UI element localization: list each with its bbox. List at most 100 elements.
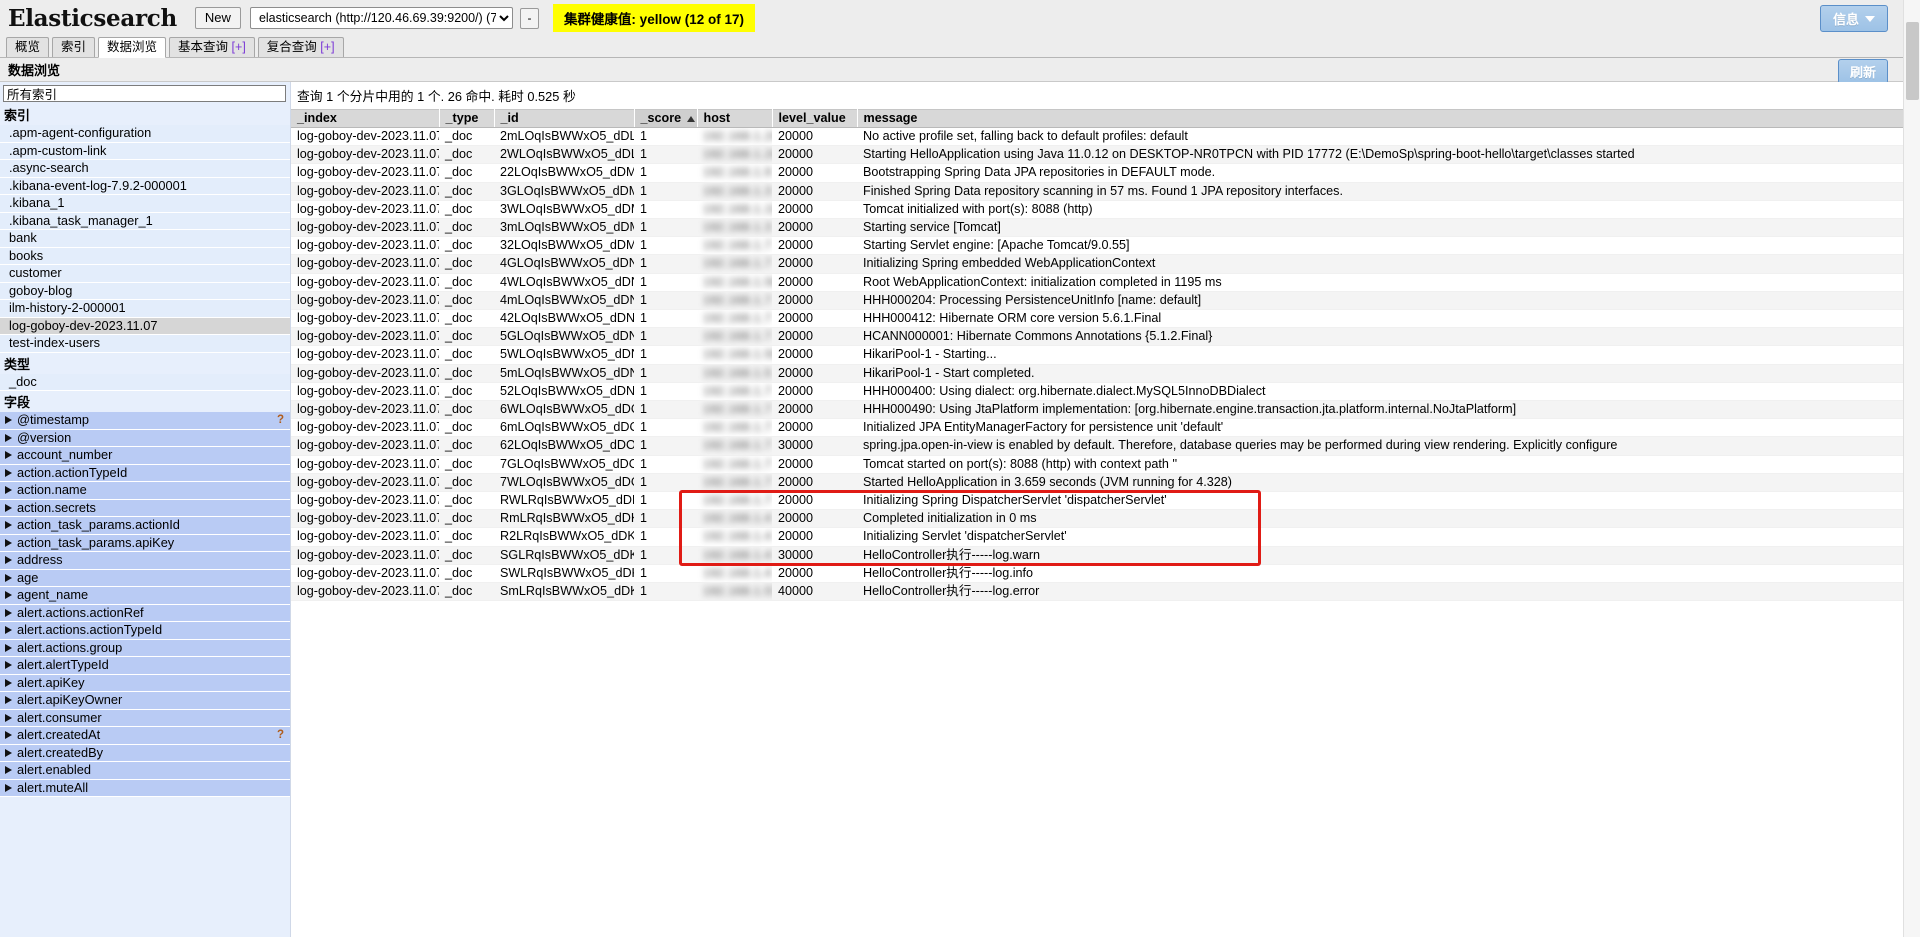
table-row[interactable]: log-goboy-dev-2023.11.07 _doc 5mLOqIsBWWxO… bbox=[291, 364, 1920, 383]
column-header-host[interactable]: host bbox=[697, 109, 773, 128]
table-row[interactable]: log-goboy-dev-2023.11.07 _doc 5GLOqIsBWWxO… bbox=[291, 327, 1920, 347]
table-row[interactable]: log-goboy-dev-2023.11.07 _doc 4GLOqIsBWWxO… bbox=[291, 254, 1920, 274]
sidebar-field-item[interactable]: alert.muteAll bbox=[0, 779, 290, 797]
tab-expand-icon[interactable]: [+] bbox=[232, 40, 246, 54]
tab-3[interactable]: 基本查询 [+] bbox=[169, 37, 255, 57]
sidebar-field-item[interactable]: address bbox=[0, 552, 290, 570]
sidebar-index-item[interactable]: goboy-blog bbox=[0, 282, 290, 300]
expand-triangle-icon[interactable] bbox=[5, 661, 12, 670]
sidebar-index-item[interactable]: customer bbox=[0, 265, 290, 283]
sidebar-field-item[interactable]: action_task_params.actionId bbox=[0, 517, 290, 535]
expand-triangle-icon[interactable] bbox=[5, 678, 12, 687]
table-row[interactable]: log-goboy-dev-2023.11.07 _doc 4WLOqIsBWWxO… bbox=[291, 273, 1920, 292]
sidebar-field-item[interactable]: action.secrets bbox=[0, 499, 290, 517]
expand-triangle-icon[interactable] bbox=[5, 433, 12, 442]
sidebar-field-item[interactable]: account_number bbox=[0, 447, 290, 465]
sidebar-field-item[interactable]: agent_name bbox=[0, 587, 290, 605]
expand-triangle-icon[interactable] bbox=[5, 416, 12, 425]
expand-triangle-icon[interactable] bbox=[5, 451, 12, 460]
table-row[interactable]: log-goboy-dev-2023.11.07 _doc 4mLOqIsBWWxO… bbox=[291, 291, 1920, 311]
field-help-icon[interactable]: ? bbox=[277, 412, 284, 429]
sidebar-field-item[interactable]: alert.createdAt? bbox=[0, 727, 290, 745]
table-row[interactable]: log-goboy-dev-2023.11.07 _doc RWLRqIsBWWxO… bbox=[291, 491, 1920, 511]
expand-triangle-icon[interactable] bbox=[5, 626, 12, 635]
column-header-_index[interactable]: _index bbox=[291, 109, 440, 128]
table-row[interactable]: log-goboy-dev-2023.11.07 _doc 3GLOqIsBWWxO… bbox=[291, 182, 1920, 201]
sidebar-index-item[interactable]: ilm-history-2-000001 bbox=[0, 300, 290, 318]
sidebar-index-item[interactable]: test-index-users bbox=[0, 335, 290, 353]
collapse-button[interactable]: - bbox=[519, 7, 539, 29]
tab-0[interactable]: 概览 bbox=[6, 37, 50, 57]
expand-triangle-icon[interactable] bbox=[5, 713, 12, 722]
table-row[interactable]: log-goboy-dev-2023.11.07 _doc 7WLOqIsBWWxO… bbox=[291, 473, 1920, 493]
expand-triangle-icon[interactable] bbox=[5, 748, 12, 757]
sidebar-field-item[interactable]: action.name bbox=[0, 482, 290, 500]
sidebar-field-item[interactable]: alert.apiKey bbox=[0, 674, 290, 692]
expand-triangle-icon[interactable] bbox=[5, 591, 12, 600]
sidebar-field-item[interactable]: action.actionTypeId bbox=[0, 464, 290, 482]
cluster-url-select[interactable]: elasticsearch (http://120.46.69.39:9200/… bbox=[249, 7, 513, 29]
sidebar-field-item[interactable]: alert.actions.actionTypeId bbox=[0, 622, 290, 640]
table-row[interactable]: log-goboy-dev-2023.11.07 _doc 3WLOqIsBWWxO… bbox=[291, 200, 1920, 220]
column-header-message[interactable]: message bbox=[857, 109, 1920, 128]
refresh-button[interactable]: 刷新 bbox=[1837, 59, 1888, 84]
expand-triangle-icon[interactable] bbox=[5, 643, 12, 652]
expand-triangle-icon[interactable] bbox=[5, 468, 12, 477]
expand-triangle-icon[interactable] bbox=[5, 538, 12, 547]
expand-triangle-icon[interactable] bbox=[5, 573, 12, 582]
sidebar-index-item[interactable]: .apm-custom-link bbox=[0, 142, 290, 160]
tab-2[interactable]: 数据浏览 bbox=[98, 37, 167, 58]
page-scrollbar-thumb[interactable] bbox=[1906, 22, 1919, 100]
sidebar-field-item[interactable]: @version bbox=[0, 429, 290, 447]
table-row[interactable]: log-goboy-dev-2023.11.07 _doc 6mLOqIsBWWxO… bbox=[291, 418, 1920, 438]
expand-triangle-icon[interactable] bbox=[5, 486, 12, 495]
table-row[interactable]: log-goboy-dev-2023.11.07 _doc 6WLOqIsBWWxO… bbox=[291, 400, 1920, 420]
info-menu-button[interactable]: 信息 bbox=[1819, 5, 1888, 32]
sidebar-field-item[interactable]: age bbox=[0, 569, 290, 587]
table-row[interactable]: log-goboy-dev-2023.11.07 _doc RmLRqIsBWWxO… bbox=[291, 509, 1920, 529]
table-row[interactable]: log-goboy-dev-2023.11.07 _doc 7GLOqIsBWWxO… bbox=[291, 455, 1920, 474]
tab-4[interactable]: 复合查询 [+] bbox=[257, 37, 344, 57]
index-filter-input[interactable] bbox=[3, 85, 286, 102]
column-header-_type[interactable]: _type bbox=[439, 109, 495, 128]
table-row[interactable]: log-goboy-dev-2023.11.07 _doc SmLRqIsBWWxO… bbox=[291, 582, 1920, 602]
table-row[interactable]: log-goboy-dev-2023.11.07 _doc 42LOqIsBWWxO… bbox=[291, 309, 1920, 329]
sidebar-field-item[interactable]: alert.createdBy bbox=[0, 744, 290, 762]
table-row[interactable]: log-goboy-dev-2023.11.07 _doc R2LRqIsBWWxO… bbox=[291, 527, 1920, 547]
sidebar-index-item[interactable]: .async-search bbox=[0, 160, 290, 178]
column-header-_id[interactable]: _id bbox=[494, 109, 635, 128]
sidebar-index-item[interactable]: .apm-agent-configuration bbox=[0, 125, 290, 143]
expand-triangle-icon[interactable] bbox=[5, 608, 12, 617]
sidebar-index-item[interactable]: log-goboy-dev-2023.11.07 bbox=[0, 317, 290, 335]
expand-triangle-icon[interactable] bbox=[5, 696, 12, 705]
table-row[interactable]: log-goboy-dev-2023.11.07 _doc 3mLOqIsBWWxO… bbox=[291, 218, 1920, 238]
new-connection-button[interactable]: New bbox=[194, 7, 241, 29]
sidebar-index-item[interactable]: .kibana-event-log-7.9.2-000001 bbox=[0, 177, 290, 195]
tab-1[interactable]: 索引 bbox=[52, 37, 96, 57]
table-row[interactable]: log-goboy-dev-2023.11.07 _doc 5WLOqIsBWWxO… bbox=[291, 345, 1920, 365]
expand-triangle-icon[interactable] bbox=[5, 521, 12, 530]
sidebar-field-item[interactable]: alert.actions.actionRef bbox=[0, 604, 290, 622]
sidebar-index-item[interactable]: .kibana_1 bbox=[0, 195, 290, 213]
sidebar-field-item[interactable]: alert.enabled bbox=[0, 762, 290, 780]
sidebar-index-item[interactable]: books bbox=[0, 247, 290, 265]
expand-triangle-icon[interactable] bbox=[5, 783, 12, 792]
sidebar-index-item[interactable]: bank bbox=[0, 230, 290, 248]
table-row[interactable]: log-goboy-dev-2023.11.07 _doc 22LOqIsBWWxO… bbox=[291, 163, 1920, 183]
sidebar-field-item[interactable]: alert.consumer bbox=[0, 709, 290, 727]
table-row[interactable]: log-goboy-dev-2023.11.07 _doc SWLRqIsBWWxO… bbox=[291, 564, 1920, 584]
expand-triangle-icon[interactable] bbox=[5, 503, 12, 512]
table-row[interactable]: log-goboy-dev-2023.11.07 _doc 52LOqIsBWWxO… bbox=[291, 382, 1920, 402]
table-row[interactable]: log-goboy-dev-2023.11.07 _doc 2mLOqIsBWWxO… bbox=[291, 127, 1920, 147]
expand-triangle-icon[interactable] bbox=[5, 766, 12, 775]
sidebar-field-item[interactable]: @timestamp? bbox=[0, 412, 290, 430]
expand-triangle-icon[interactable] bbox=[5, 556, 12, 565]
sidebar-field-item[interactable]: alert.actions.group bbox=[0, 639, 290, 657]
page-vertical-scrollbar[interactable] bbox=[1903, 0, 1920, 937]
sidebar-type-item[interactable]: _doc bbox=[0, 373, 290, 391]
field-help-icon[interactable]: ? bbox=[277, 727, 284, 744]
sidebar-field-item[interactable]: alert.alertTypeId bbox=[0, 657, 290, 675]
table-row[interactable]: log-goboy-dev-2023.11.07 _doc 62LOqIsBWWxO… bbox=[291, 436, 1920, 456]
tab-expand-icon[interactable]: [+] bbox=[320, 40, 334, 54]
expand-triangle-icon[interactable] bbox=[5, 731, 12, 740]
